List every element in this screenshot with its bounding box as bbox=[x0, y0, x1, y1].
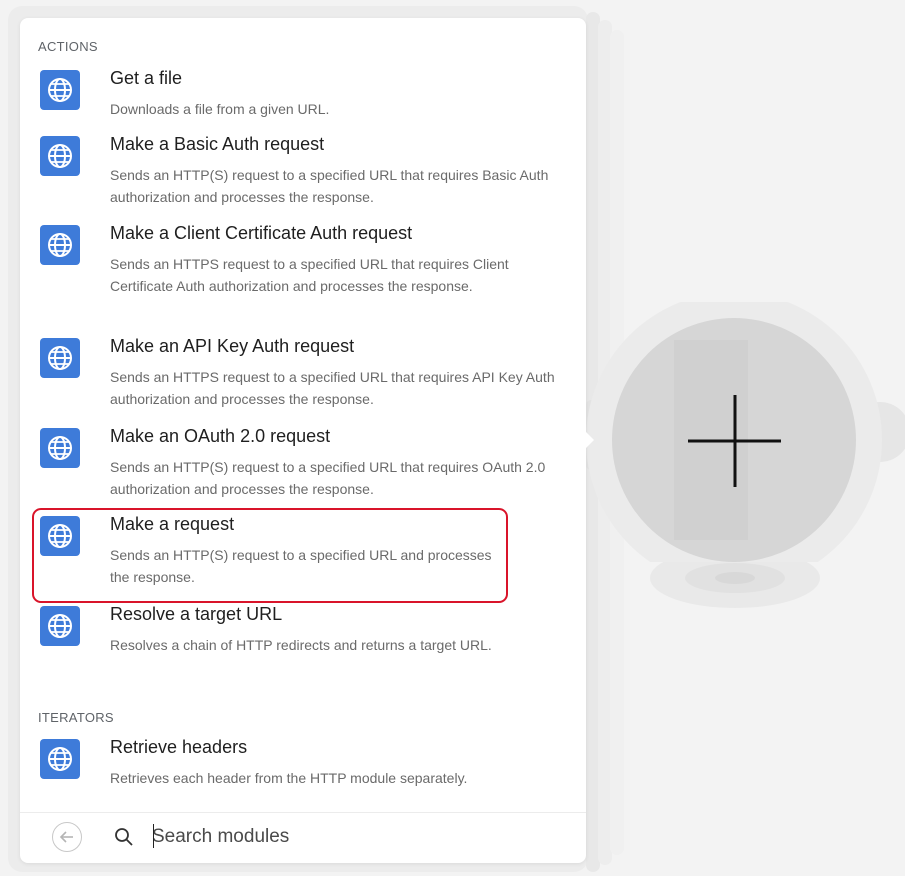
arrow-left-circle-icon bbox=[59, 831, 73, 843]
module-item-title: Get a file bbox=[110, 68, 183, 88]
globe-icon bbox=[40, 70, 80, 110]
module-item-basic-auth[interactable]: Make a Basic Auth request Sends an HTTP(… bbox=[34, 134, 564, 216]
module-item-description: Retrieves each header from the HTTP modu… bbox=[110, 770, 468, 786]
search-icon bbox=[115, 828, 133, 846]
module-item-description: Sends an HTTP(S) request to a specified … bbox=[110, 459, 546, 497]
globe-icon bbox=[40, 136, 80, 176]
search-input[interactable] bbox=[152, 823, 552, 851]
text-caret bbox=[153, 824, 154, 848]
module-item-resolve-target-url[interactable]: Resolve a target URL Resolves a chain of… bbox=[34, 604, 564, 686]
module-item-oauth2[interactable]: Make an OAuth 2.0 request Sends an HTTP(… bbox=[34, 426, 564, 508]
module-item-description: Resolves a chain of HTTP redirects and r… bbox=[110, 637, 492, 653]
globe-icon bbox=[40, 428, 80, 468]
module-item-title: Retrieve headers bbox=[110, 737, 248, 757]
module-item-api-key-auth[interactable]: Make an API Key Auth request Sends an HT… bbox=[34, 336, 564, 418]
module-item-make-a-request[interactable]: Make a request Sends an HTTP(S) request … bbox=[34, 514, 564, 596]
module-item-description: Sends an HTTPS request to a specified UR… bbox=[110, 256, 509, 294]
globe-icon bbox=[40, 338, 80, 378]
section-title-actions: ACTIONS bbox=[38, 39, 98, 54]
add-module-button[interactable] bbox=[586, 292, 882, 588]
search-footer bbox=[20, 812, 586, 863]
module-picker-panel: ACTIONS Get a file Downloads a file from… bbox=[20, 18, 586, 863]
globe-icon bbox=[40, 225, 80, 265]
module-item-title: Make a Basic Auth request bbox=[110, 134, 325, 154]
globe-icon bbox=[40, 606, 80, 646]
globe-icon bbox=[40, 739, 80, 779]
panel-pointer bbox=[584, 430, 594, 450]
module-item-description: Sends an HTTP(S) request to a specified … bbox=[110, 547, 492, 585]
module-item-description: Sends an HTTPS request to a specified UR… bbox=[110, 369, 555, 407]
section-title-iterators: ITERATORS bbox=[38, 710, 114, 725]
module-item-description: Downloads a file from a given URL. bbox=[110, 101, 330, 117]
globe-icon bbox=[40, 516, 80, 556]
module-item-title: Make a Client Certificate Auth request bbox=[110, 223, 413, 243]
module-item-description: Sends an HTTP(S) request to a specified … bbox=[110, 167, 549, 205]
module-item-client-cert-auth[interactable]: Make a Client Certificate Auth request S… bbox=[34, 223, 564, 325]
back-button[interactable] bbox=[52, 822, 82, 852]
module-item-title: Resolve a target URL bbox=[110, 604, 283, 624]
module-item-retrieve-headers[interactable]: Retrieve headers Retrieves each header f… bbox=[34, 737, 564, 794]
module-item-title: Make a request bbox=[110, 514, 235, 534]
module-item-title: Make an API Key Auth request bbox=[110, 336, 355, 356]
module-item-get-a-file[interactable]: Get a file Downloads a file from a given… bbox=[34, 68, 564, 120]
module-item-title: Make an OAuth 2.0 request bbox=[110, 426, 331, 446]
